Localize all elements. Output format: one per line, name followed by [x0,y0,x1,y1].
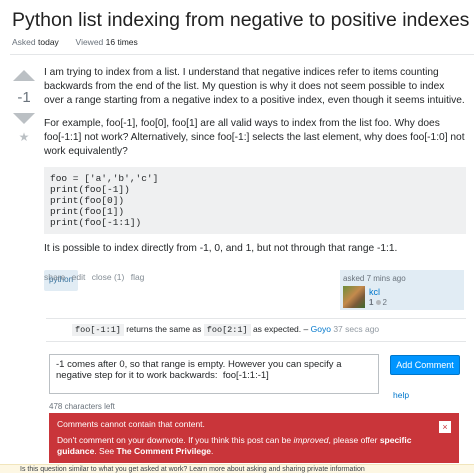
characters-left: 478 characters left [49,402,115,411]
alert-message: Don't comment on your downvote. If you t… [57,435,412,456]
comment: foo[-1:1] returns the same as foo[2:1] a… [46,319,466,342]
close-link[interactable]: close (1) [92,272,125,282]
comment-input[interactable]: -1 comes after 0, so that range is empty… [49,354,379,394]
favorite-star-icon[interactable]: ★ [10,130,38,144]
close-icon[interactable]: × [439,421,451,433]
comments-list: foo[-1:1] returns the same as foo[2:1] a… [46,318,466,342]
notice-bar: Is this question similar to what you get… [0,464,474,473]
bronze-badge-icon [376,300,382,306]
comment-code: foo[2:1] [203,324,251,336]
viewed-value: 16 times [105,37,138,47]
body-paragraph-1: I am trying to index from a list. I unde… [44,67,465,107]
code-line: foo = ['a','b','c'] [50,173,159,185]
owner-name[interactable]: kcl [369,287,380,297]
comment-date[interactable]: 37 secs ago [333,324,379,334]
vote-count: -1 [17,89,31,106]
bronze-badge-count: 2 [382,298,387,307]
body-paragraph-2: For example, foo[-1], foo[0], foo[1] are… [44,117,465,158]
question-title[interactable]: Python list indexing from negative to po… [12,9,469,32]
flag-link[interactable]: flag [131,272,145,282]
vote-cell: -1 ★ [10,70,38,144]
share-link[interactable]: share [44,272,65,282]
code-line: print(foo[0]) [50,195,125,207]
downvote-arrow-icon[interactable] [13,113,35,124]
code-block: foo = ['a','b','c'] print(foo[-1]) print… [44,167,466,235]
comment-text: returns the same as [123,324,204,334]
post-menu: share edit close (1) flag [44,272,148,282]
asked-label: Asked [12,37,36,47]
owner-card: asked 7 mins ago kcl 12 [340,270,464,310]
owner-reputation: 12 [369,298,387,307]
reputation-score: 1 [369,298,374,307]
edit-link[interactable]: edit [72,272,86,282]
error-alert: Comments cannot contain that content. Do… [49,413,459,463]
comment-code: foo[-1:1] [72,324,124,336]
alert-title: Comments cannot contain that content. [57,419,205,429]
asked-time: asked 7 mins ago [343,274,406,283]
code-line: print(foo[1]) [50,206,125,218]
help-link[interactable]: help [393,390,409,400]
comment-text: as expected. – [250,324,309,334]
avatar[interactable] [343,286,365,308]
viewed-label: Viewed [75,37,104,47]
header-divider [10,54,474,55]
question-body: I am trying to index from a list. I unde… [44,66,466,291]
body-paragraph-3: It is possible to index directly from -1… [44,243,398,255]
code-line: print(foo[-1]) [50,184,130,196]
question-meta: Asked today Viewed 16 times [12,37,138,47]
code-line: print(foo[-1:1]) [50,217,142,229]
add-comment-button[interactable]: Add Comment [390,355,460,375]
asked-value: today [38,37,59,47]
upvote-arrow-icon[interactable] [13,70,35,81]
comment-user[interactable]: Goyo [311,324,331,334]
